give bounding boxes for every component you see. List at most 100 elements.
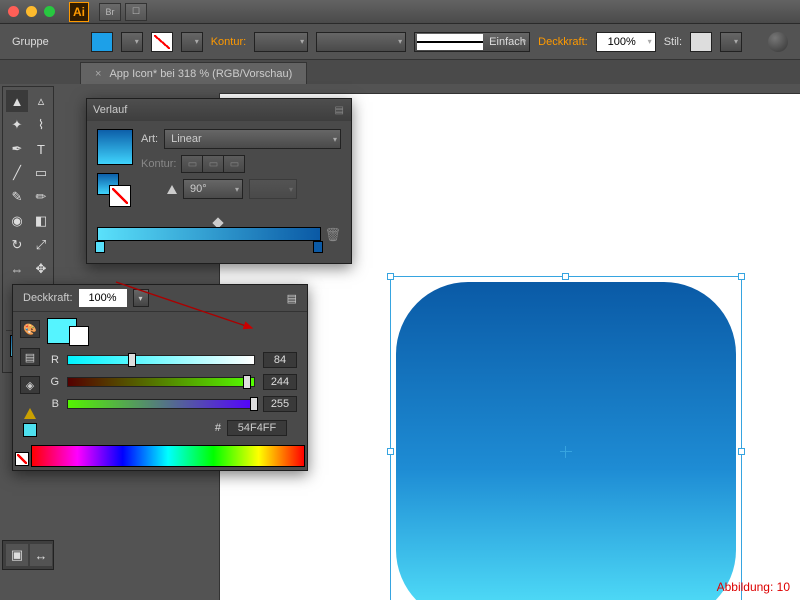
r-value-input[interactable] — [264, 354, 296, 366]
gradient-panel[interactable]: Verlauf ▤ Art: Linear Kontur: — [86, 98, 352, 264]
b-slider-track[interactable] — [67, 399, 255, 409]
stroke-dropdown[interactable] — [181, 32, 203, 52]
color-palette-icon[interactable]: 🎨 — [20, 320, 40, 338]
window-controls — [8, 6, 55, 17]
scale-tool-icon[interactable]: ⤢ — [30, 234, 52, 256]
change-screen-icon[interactable]: ↔ — [30, 544, 52, 566]
fill-dropdown[interactable] — [121, 32, 143, 52]
gradient-type-dropdown[interactable]: Linear — [164, 129, 341, 149]
gradient-ramp-bar[interactable] — [97, 227, 321, 241]
stop-opacity-field[interactable] — [79, 289, 127, 307]
r-slider-thumb[interactable] — [128, 353, 136, 367]
hex-input[interactable] — [228, 422, 286, 434]
zoom-window-icon[interactable] — [44, 6, 55, 17]
color-3d-icon[interactable]: ◈ — [20, 376, 40, 394]
graphic-style-swatch[interactable] — [690, 32, 712, 52]
g-slider-thumb[interactable] — [243, 375, 251, 389]
color-guide-icon[interactable]: ▤ — [20, 348, 40, 366]
graphic-style-dropdown[interactable] — [720, 32, 742, 52]
panel-menu-icon[interactable]: ▤ — [335, 105, 345, 116]
opacity-field[interactable] — [596, 32, 656, 52]
mac-titlebar: Ai Br ☐ — [0, 0, 800, 24]
stroke-mode-within-icon[interactable]: ▭ — [181, 155, 203, 173]
selection-bounding-box[interactable] — [390, 276, 742, 600]
gradient-stop-left[interactable] — [95, 241, 105, 253]
gradient-preview-swatch[interactable] — [97, 129, 133, 165]
stroke-mode-along-icon[interactable]: ▭ — [202, 155, 224, 173]
resize-handle-tc[interactable] — [562, 273, 569, 280]
resize-handle-lc[interactable] — [387, 448, 394, 455]
b-value-input[interactable] — [264, 398, 296, 410]
minimize-window-icon[interactable] — [26, 6, 37, 17]
width-tool-icon[interactable]: ⇔ — [6, 258, 28, 280]
delete-stop-icon[interactable]: 🗑 — [324, 227, 341, 243]
gradient-stroke-indicator[interactable] — [109, 185, 131, 207]
style-label: Stil: — [664, 36, 682, 48]
hex-field[interactable] — [227, 420, 287, 436]
hex-hash-label: # — [215, 422, 221, 434]
stroke-swatch[interactable] — [151, 32, 173, 52]
stroke-mode-across-icon[interactable]: ▭ — [223, 155, 245, 173]
resize-handle-tl[interactable] — [387, 273, 394, 280]
control-bar: Gruppe Kontur: Einfach Deckkraft: Stil: — [0, 24, 800, 60]
gradient-ramp[interactable]: 🗑 — [97, 217, 341, 255]
r-slider-track[interactable] — [67, 355, 255, 365]
screen-mode-icon[interactable]: ▣ — [6, 544, 28, 566]
blob-brush-tool-icon[interactable]: ◉ — [6, 210, 28, 232]
document-tab[interactable]: × App Icon* bei 318 % (RGB/Vorschau) — [80, 62, 307, 84]
stop-opacity-dropdown[interactable]: ▾ — [133, 289, 149, 307]
fill-swatch[interactable] — [91, 32, 113, 52]
bridge-button[interactable]: Br — [99, 3, 121, 21]
rectangle-tool-icon[interactable]: ▭ — [30, 162, 52, 184]
var-width-dropdown[interactable] — [316, 32, 406, 52]
close-tab-icon[interactable]: × — [95, 68, 101, 80]
eraser-tool-icon[interactable]: ◧ — [30, 210, 52, 232]
direct-selection-tool-icon[interactable]: ▵ — [30, 90, 52, 112]
free-transform-tool-icon[interactable]: ✥ — [30, 258, 52, 280]
color-panel[interactable]: Deckkraft: ▾ ▤ 🎨 ▤ ◈ R — [12, 284, 308, 471]
rotate-tool-icon[interactable]: ↻ — [6, 234, 28, 256]
b-value-field[interactable] — [263, 396, 297, 412]
stop-opacity-input[interactable] — [79, 292, 127, 304]
gradient-angle-value: 90° — [190, 183, 207, 195]
resize-handle-rc[interactable] — [738, 448, 745, 455]
none-color-icon[interactable] — [15, 452, 29, 466]
color-panel-menu-icon[interactable]: ▤ — [287, 292, 297, 305]
g-slider-track[interactable] — [67, 377, 255, 387]
pencil-tool-icon[interactable]: ✏ — [30, 186, 52, 208]
g-value-input[interactable] — [264, 376, 296, 388]
pen-tool-icon[interactable]: ✒ — [6, 138, 28, 160]
g-channel-label: G — [47, 376, 59, 388]
gradient-stop-right[interactable] — [313, 241, 323, 253]
resize-handle-tr[interactable] — [738, 273, 745, 280]
r-value-field[interactable] — [263, 352, 297, 368]
line-tool-icon[interactable]: ╱ — [6, 162, 28, 184]
workspace-button[interactable]: ☐ — [125, 3, 147, 21]
app-logo: Ai — [69, 2, 89, 22]
recolor-artwork-icon[interactable] — [768, 32, 788, 52]
stroke-label: Kontur: — [211, 36, 246, 48]
selection-tool-icon[interactable]: ▲ — [6, 90, 28, 112]
stroke-weight-dropdown[interactable] — [254, 32, 308, 52]
figure-label: Abbildung: 10 — [717, 580, 790, 594]
paintbrush-tool-icon[interactable]: ✎ — [6, 186, 28, 208]
type-tool-icon[interactable]: T — [30, 138, 52, 160]
opacity-input[interactable] — [603, 36, 641, 48]
g-value-field[interactable] — [263, 374, 297, 390]
brush-def-dropdown[interactable]: Einfach — [414, 32, 530, 52]
brush-style-text: Einfach — [489, 36, 526, 48]
color-fill-stroke-pair[interactable] — [47, 318, 297, 346]
gradient-angle-field[interactable]: 90° — [183, 179, 243, 199]
close-window-icon[interactable] — [8, 6, 19, 17]
out-of-gamut-icon[interactable] — [24, 408, 36, 419]
rgb-sliders: R G B # — [47, 312, 307, 445]
document-tab-strip: × App Icon* bei 318 % (RGB/Vorschau) — [0, 60, 800, 84]
magic-wand-tool-icon[interactable]: ✦ — [6, 114, 28, 136]
b-slider-thumb[interactable] — [250, 397, 258, 411]
spectrum-bar[interactable] — [31, 445, 305, 467]
lasso-tool-icon[interactable]: ⌇ — [30, 114, 52, 136]
secondary-color-swatch[interactable] — [69, 326, 89, 346]
gradient-panel-header[interactable]: Verlauf ▤ — [87, 99, 351, 121]
out-of-gamut-swatch[interactable] — [23, 423, 37, 437]
selection-type-label: Gruppe — [12, 36, 49, 48]
